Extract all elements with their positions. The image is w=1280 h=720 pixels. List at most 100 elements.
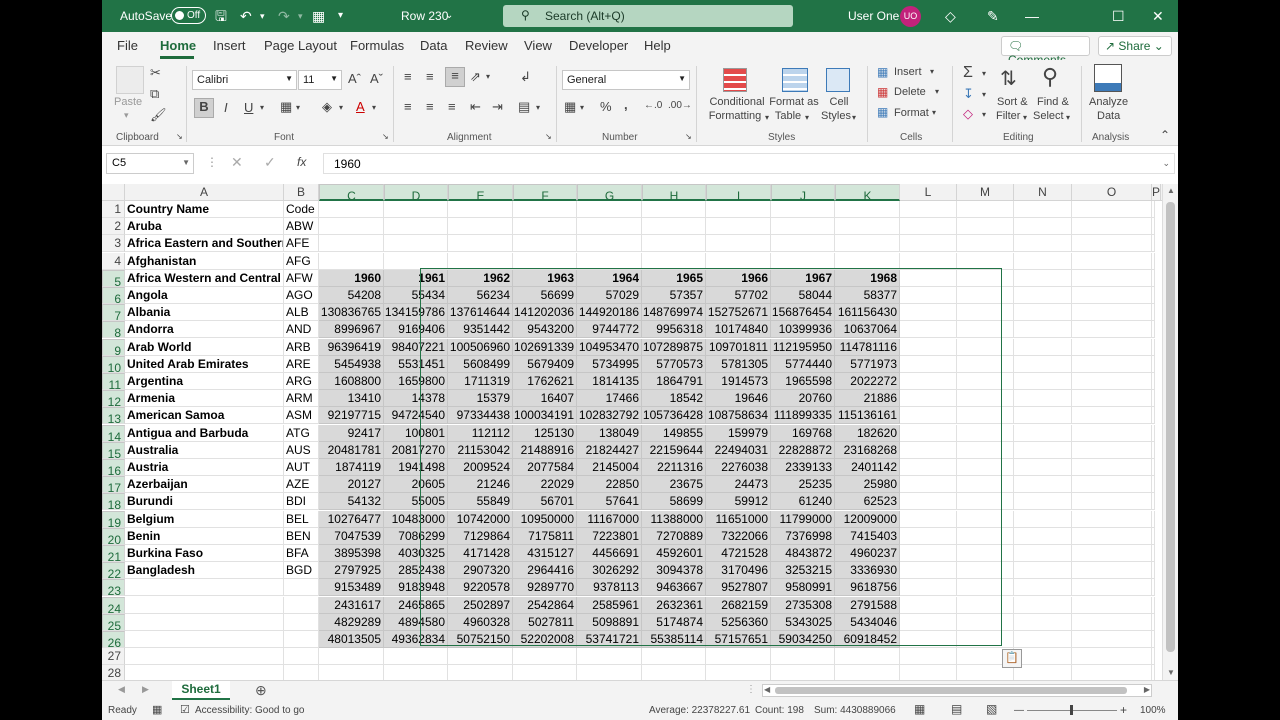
cell-d18[interactable]: 55005 (384, 493, 448, 511)
cell-k9[interactable]: 114781116 (835, 338, 900, 356)
cell-m6[interactable] (957, 287, 1014, 304)
undo-icon[interactable]: ↶ (240, 7, 252, 25)
cell-h5[interactable]: 1965 (642, 269, 706, 287)
row-header[interactable]: 15 (102, 441, 125, 461)
cell-h11[interactable]: 1864791 (642, 373, 706, 390)
cell-a9[interactable]: Arab World (125, 338, 284, 356)
orientation-icon[interactable]: ⇗ (470, 69, 481, 85)
fill-chevron-icon[interactable]: ▾ (982, 88, 986, 102)
cell-j20[interactable]: 7376998 (771, 527, 835, 545)
cell-k28[interactable] (835, 665, 900, 680)
row-header[interactable]: 1 (102, 201, 125, 218)
cell-m4[interactable] (957, 252, 1014, 270)
cell-k22[interactable]: 3336930 (835, 562, 900, 580)
cell-h14[interactable]: 149855 (642, 424, 706, 442)
cell-p10[interactable] (1152, 355, 1155, 373)
cell-g21[interactable]: 4456691 (577, 545, 642, 562)
cell-styles-label[interactable]: Cell (827, 95, 851, 109)
cell-l10[interactable] (900, 355, 957, 373)
cell-i9[interactable]: 109701811 (706, 338, 771, 356)
cell-m9[interactable] (957, 338, 1014, 356)
cell-n26[interactable] (1014, 631, 1072, 648)
cell-c4[interactable] (319, 252, 384, 270)
cell-k4[interactable] (835, 252, 900, 270)
cell-b27[interactable] (284, 648, 319, 666)
cell-f19[interactable]: 10950000 (513, 510, 577, 528)
row-header[interactable]: 6 (102, 287, 125, 306)
cell-h2[interactable] (642, 218, 706, 236)
cell-h17[interactable]: 23675 (642, 476, 706, 494)
cell-e11[interactable]: 1711319 (448, 373, 513, 390)
cell-h6[interactable]: 57357 (642, 287, 706, 304)
cell-i10[interactable]: 5781305 (706, 355, 771, 373)
cell-g2[interactable] (577, 218, 642, 236)
cell-g5[interactable]: 1964 (577, 269, 642, 287)
cell-k5[interactable]: 1968 (835, 269, 900, 287)
cell-c25[interactable]: 4829289 (319, 613, 384, 631)
cell-i8[interactable]: 10174840 (706, 321, 771, 339)
cell-j4[interactable] (771, 252, 835, 270)
zoom-slider-thumb[interactable] (1070, 705, 1073, 715)
row-header[interactable]: 25 (102, 613, 125, 633)
cell-n28[interactable] (1014, 665, 1072, 680)
cell-a7[interactable]: Albania (125, 304, 284, 322)
cell-p24[interactable] (1152, 596, 1155, 614)
row-header[interactable]: 16 (102, 459, 125, 478)
cell-o26[interactable] (1072, 631, 1152, 648)
cell-f2[interactable] (513, 218, 577, 236)
cell-h7[interactable]: 148769974 (642, 304, 706, 322)
cell-d11[interactable]: 1659800 (384, 373, 448, 390)
cell-l25[interactable] (900, 613, 957, 631)
cell-e13[interactable]: 97334438 (448, 407, 513, 425)
tab-page-layout[interactable]: Page Layout (264, 38, 337, 53)
cell-k1[interactable] (835, 201, 900, 218)
cell-e3[interactable] (448, 235, 513, 253)
cell-styles-icon[interactable] (826, 68, 850, 92)
autosum-icon[interactable]: Σ (963, 64, 973, 82)
cell-i27[interactable] (706, 648, 771, 666)
cell-p13[interactable] (1152, 407, 1155, 425)
cell-c15[interactable]: 20481781 (319, 441, 384, 459)
cell-e24[interactable]: 2502897 (448, 596, 513, 614)
cell-g6[interactable]: 57029 (577, 287, 642, 304)
font-color-chevron-icon[interactable]: ▾ (372, 103, 376, 112)
row-header[interactable]: 19 (102, 510, 125, 530)
column-header-m[interactable]: M (957, 184, 1014, 201)
cell-i15[interactable]: 22494031 (706, 441, 771, 459)
cell-b4[interactable]: AFG (284, 252, 319, 270)
cell-m20[interactable] (957, 527, 1014, 545)
cell-i2[interactable] (706, 218, 771, 236)
zoom-in-icon[interactable]: + (1120, 703, 1127, 717)
cell-m15[interactable] (957, 441, 1014, 459)
cell-n14[interactable] (1014, 424, 1072, 442)
format-as-table-chevron-icon[interactable]: ▾ (805, 111, 809, 125)
cell-d25[interactable]: 4894580 (384, 613, 448, 631)
cell-i25[interactable]: 5256360 (706, 613, 771, 631)
cell-d21[interactable]: 4030325 (384, 545, 448, 562)
cell-o13[interactable] (1072, 407, 1152, 425)
cell-c23[interactable]: 9153489 (319, 579, 384, 597)
column-header-g[interactable]: G (577, 184, 642, 203)
undo-dropdown-icon[interactable]: ▾ (260, 7, 265, 25)
cell-k13[interactable]: 115136161 (835, 407, 900, 425)
cell-j10[interactable]: 5774440 (771, 355, 835, 373)
scroll-down-icon[interactable]: ▼ (1167, 668, 1175, 677)
cell-p9[interactable] (1152, 338, 1155, 356)
cell-m19[interactable] (957, 510, 1014, 528)
cell-e22[interactable]: 2907320 (448, 562, 513, 580)
cell-h23[interactable]: 9463667 (642, 579, 706, 597)
cell-b2[interactable]: ABW (284, 218, 319, 236)
accessibility-status[interactable]: Accessibility: Good to go (195, 705, 305, 716)
cell-o16[interactable] (1072, 459, 1152, 476)
cell-c24[interactable]: 2431617 (319, 596, 384, 614)
cell-n21[interactable] (1014, 545, 1072, 562)
cell-n23[interactable] (1014, 579, 1072, 597)
cell-b9[interactable]: ARB (284, 338, 319, 356)
cell-n3[interactable] (1014, 235, 1072, 253)
cell-i19[interactable]: 11651000 (706, 510, 771, 528)
cell-b16[interactable]: AUT (284, 459, 319, 476)
cell-h26[interactable]: 55385114 (642, 631, 706, 648)
cell-f8[interactable]: 9543200 (513, 321, 577, 339)
cell-j14[interactable]: 169768 (771, 424, 835, 442)
cell-p16[interactable] (1152, 459, 1155, 476)
